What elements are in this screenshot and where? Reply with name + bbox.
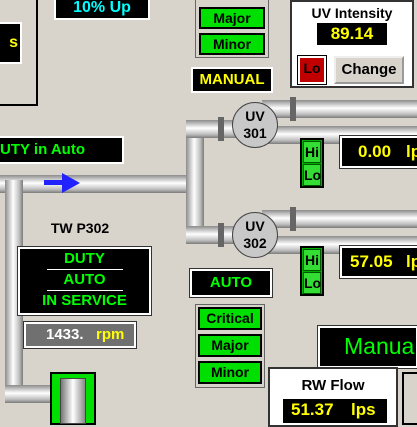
uv301-outlet-pipe [262,100,417,118]
pump-speed-value: 1433. [46,326,84,343]
duty-in-auto-banner: UTY in Auto [0,136,124,164]
pump-auto: AUTO [63,271,106,288]
rw-flow-display: 51.37 lps [283,399,387,423]
uv301-inlet-pipe [186,120,236,138]
uv301-label-line2: 301 [243,125,267,141]
uv-intensity-value: 89.14 [317,23,387,45]
pump-duty: DUTY [64,250,105,267]
manual-mode-right[interactable]: Manua [317,325,417,369]
rw-flow-value: 51.37 [291,400,334,419]
partial-panel-frame [0,0,38,106]
header-vertical-pipe [186,122,204,240]
uv302-flow-value: 57.05 [350,252,393,271]
uv302-label-line2: 302 [243,235,267,251]
flange [218,223,224,247]
pump-status-panel[interactable]: DUTY AUTO IN SERVICE [17,246,152,316]
minor-alarm-bottom[interactable]: Minor [198,361,262,384]
mode-manual-badge[interactable]: MANUAL [191,67,273,93]
trend-text: 10% Up [73,0,131,16]
pump-service: IN SERVICE [42,292,127,309]
uv302-hi: Hi [303,249,321,271]
rw-flow-panel: RW Flow 51.37 lps [268,367,398,427]
main-inlet-pipe [0,175,195,193]
alarm-group-frame [195,0,269,58]
pump-name: TW P302 [50,220,110,236]
flow-direction-arrow-icon [44,173,80,193]
uv302-lo: Lo [303,272,321,294]
major-alarm-bottom[interactable]: Major [198,334,262,357]
flange [290,97,296,121]
uv301-flow-unit: lp [406,142,417,161]
uv-intensity-lo-alarm[interactable]: Lo [298,56,326,84]
uv-intensity-title: UV Intensity [311,5,393,21]
uv302-outlet-pipe [262,210,417,228]
flange [218,117,224,141]
pump-body [60,378,86,424]
change-button[interactable]: Change [334,56,404,84]
uv302-flow-unit: lp [406,252,417,271]
uv301-hilo-indicator: Hi Lo [300,138,324,188]
right-edge-frame [402,372,417,425]
uv-unit-302[interactable]: UV 302 [232,212,278,258]
pump-speed-unit: rpm [96,326,125,343]
manual-mode-right-text: Manua [344,333,415,359]
rw-flow-unit: lps [351,400,376,419]
trend-indicator: 10% Up [54,0,150,20]
uv-intensity-lo-label: Lo [303,60,321,76]
uv302-label-line1: UV [245,218,265,234]
uv301-hi: Hi [303,141,321,163]
critical-alarm[interactable]: Critical [198,307,262,330]
uv301-flow-display: 0.00 lp [339,135,417,169]
mode-auto-badge[interactable]: AUTO [189,268,273,298]
pump-icon[interactable] [50,372,96,425]
uv301-flow-value: 0.00 [358,142,392,161]
uv301-lo: Lo [303,164,321,186]
rw-flow-title: RW Flow [301,377,365,394]
uv-intensity-panel: UV Intensity 89.14 Lo Change [290,0,414,88]
uv301-label-line1: UV [245,108,265,124]
flange [290,207,296,231]
uv302-inlet-pipe [186,226,236,244]
uv-unit-301[interactable]: UV 301 [232,102,278,148]
pump-speed-display: 1433. rpm [23,321,137,349]
duty-in-auto-text: UTY in Auto [0,141,85,158]
uv302-hilo-indicator: Hi Lo [300,246,324,296]
uv302-flow-display: 57.05 lp [339,245,417,279]
